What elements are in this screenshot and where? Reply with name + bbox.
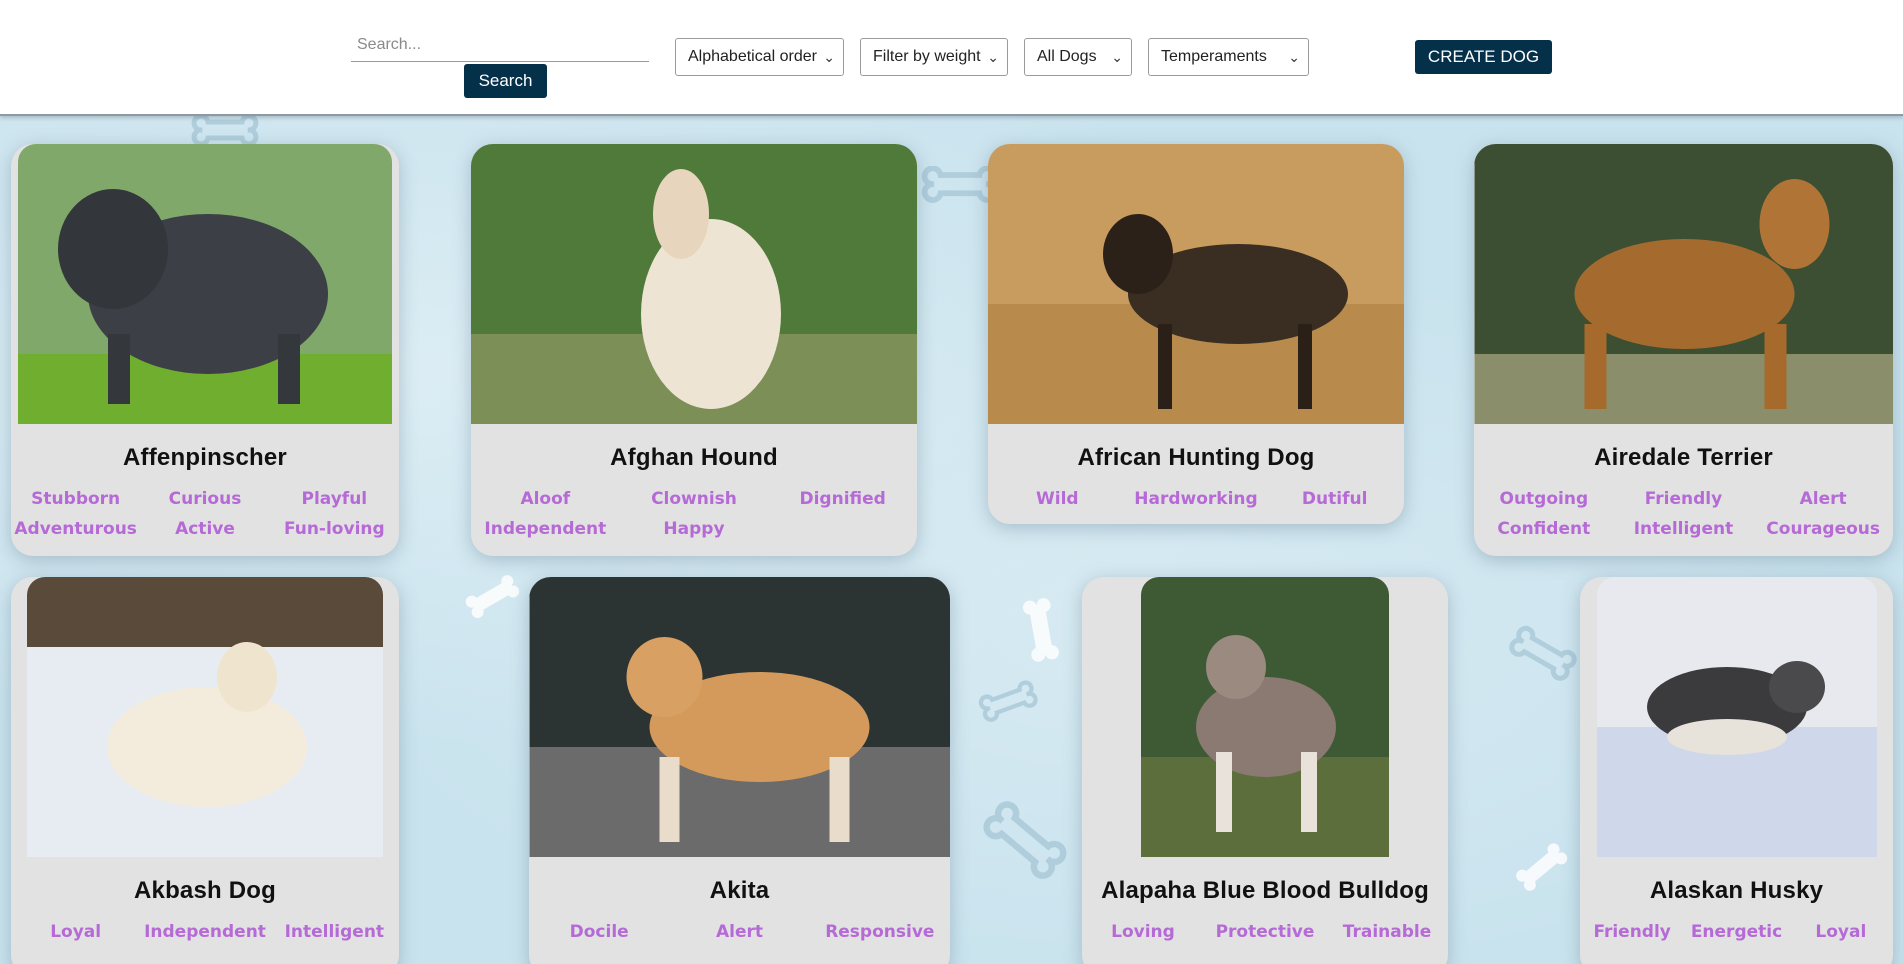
dog-name: Alapaha Blue Blood Bulldog [1101,877,1429,904]
dog-name: Airedale Terrier [1594,444,1773,471]
temperament-list: Stubborn Curious Playful Adventurous Act… [11,489,399,539]
dog-card[interactable]: Akbash Dog Loyal Independent Intelligent [11,577,399,964]
dog-photo [988,144,1404,424]
dog-card[interactable]: Alapaha Blue Blood Bulldog Loving Protec… [1082,577,1448,964]
temperament-list: Outgoing Friendly Alert Confident Intell… [1474,489,1893,539]
dog-card[interactable]: Afghan Hound Aloof Clownish Dignified In… [471,144,917,556]
temperament-tag: Outgoing [1499,489,1589,509]
bone-icon [1509,625,1577,681]
dog-card[interactable]: Airedale Terrier Outgoing Friendly Alert… [1474,144,1893,556]
temperament-list: Aloof Clownish Dignified Independent Hap… [471,489,917,539]
temperament-list: Friendly Energetic Loyal [1580,922,1893,942]
create-dog-button[interactable]: CREATE DOG [1415,40,1552,74]
temperament-filter-value: Temperaments [1161,48,1267,65]
temperament-tag: Dignified [799,489,886,509]
bone-icon [465,575,520,618]
temperament-tag: Alert [715,922,763,942]
temperament-list: Loving Protective Trainable [1082,922,1448,942]
dog-photo [1474,144,1893,424]
temperament-tag: Intelligent [284,922,385,942]
temperament-tag: Confident [1497,519,1591,539]
temperament-tag: Loving [1111,922,1175,942]
dog-photo [1141,577,1389,857]
temperament-tag: Independent [484,519,607,539]
temperament-tag: Friendly [1593,922,1671,942]
temperament-tag: Loyal [50,922,102,942]
dog-photo [529,577,950,857]
temperament-tag: Hardworking [1134,489,1258,509]
temperament-tag: Wild [1036,489,1079,509]
temperament-tag: Adventurous [14,519,137,539]
bone-icon [983,801,1067,879]
dog-name: Affenpinscher [123,444,287,471]
temperament-tag: Fun-loving [283,519,385,539]
temperament-filter-select[interactable]: Temperaments ⌄ [1148,38,1309,76]
temperament-tag: Protective [1215,922,1315,942]
search-input[interactable] [351,28,649,62]
temperament-tag: Dutiful [1301,489,1368,509]
chevron-down-icon: ⌄ [987,48,999,65]
temperament-tag: Active [175,519,235,539]
top-navbar: Search Alphabetical order ⌄ Filter by we… [0,0,1903,116]
dog-name: African Hunting Dog [1077,444,1315,471]
temperament-tag: Friendly [1644,489,1723,509]
bone-icon [978,680,1038,722]
temperament-tag: Happy [663,519,725,539]
temperament-tag: Courageous [1766,519,1881,539]
dog-card[interactable]: Alaskan Husky Friendly Energetic Loyal [1580,577,1893,964]
search-button[interactable]: Search [464,64,547,98]
weight-filter-select[interactable]: Filter by weight ⌄ [860,38,1008,76]
dog-name: Alaskan Husky [1649,877,1824,904]
dog-photo [471,144,917,424]
temperament-tag: Aloof [520,489,571,509]
chevron-down-icon: ⌄ [823,48,835,65]
dog-photo [18,144,392,424]
temperament-tag: Curious [168,489,242,509]
bone-icon [1516,843,1568,891]
temperament-tag: Intelligent [1633,519,1734,539]
dog-grid: Affenpinscher Stubborn Curious Playful A… [0,116,1903,964]
temperament-tag: Energetic [1690,922,1783,942]
temperament-tag: Responsive [825,922,935,942]
temperament-list: Docile Alert Responsive [529,922,950,942]
dog-name: Akbash Dog [133,877,276,904]
temperament-tag: Clownish [651,489,737,509]
dog-name: Afghan Hound [610,444,778,471]
temperament-tag: Stubborn [31,489,121,509]
dog-card[interactable]: African Hunting Dog Wild Hardworking Dut… [988,144,1404,524]
temperament-tag: Alert [1799,489,1847,509]
dog-photo [27,577,383,857]
weight-filter-value: Filter by weight [873,48,981,65]
origin-filter-select[interactable]: All Dogs ⌄ [1024,38,1132,76]
temperament-list: Loyal Independent Intelligent [11,922,399,942]
sort-order-select[interactable]: Alphabetical order ⌄ [675,38,844,76]
dog-name: Akita [709,877,770,904]
temperament-tag: Docile [569,922,629,942]
temperament-list: Wild Hardworking Dutiful [988,489,1404,509]
temperament-tag: Playful [301,489,368,509]
chevron-down-icon: ⌄ [1111,48,1123,65]
sort-order-value: Alphabetical order [688,48,817,65]
chevron-down-icon: ⌄ [1288,48,1300,65]
dog-photo [1596,577,1877,857]
temperament-tag: Trainable [1342,922,1432,942]
dog-card[interactable]: Affenpinscher Stubborn Curious Playful A… [11,144,399,556]
origin-filter-value: All Dogs [1037,48,1097,65]
bone-icon [1022,598,1059,662]
temperament-tag: Independent [144,922,266,942]
dog-card[interactable]: Akita Docile Alert Responsive [529,577,950,964]
temperament-tag: Loyal [1815,922,1867,942]
